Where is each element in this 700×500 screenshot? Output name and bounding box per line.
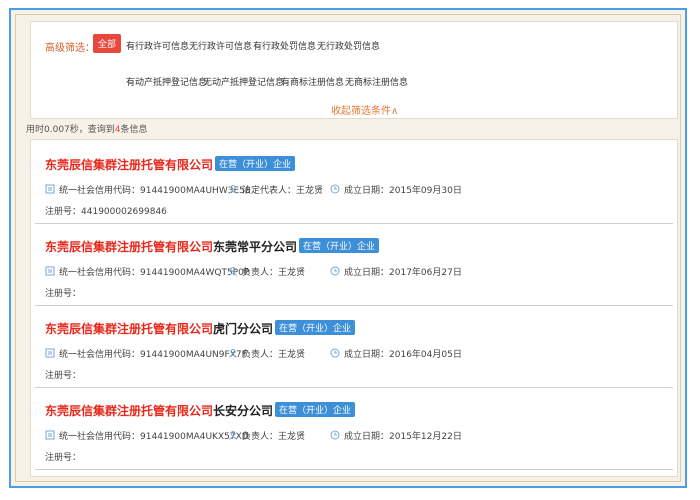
result-card: 东莞辰信集群注册托管有限公司长安分公司 在营（开业）企业 统一社会信用代码：914…	[35, 392, 673, 470]
id-card-icon	[45, 348, 55, 358]
credit-code-label: 统一社会信用代码：	[59, 350, 141, 360]
established-label: 成立日期：	[344, 186, 390, 196]
status-badge: 在营（开业）企业	[215, 156, 296, 171]
result-list: 东莞辰信集群注册托管有限公司 在营（开业）企业 统一社会信用代码：91441900…	[30, 139, 678, 477]
search-stats: 用时0.007秒，查询到4条信息	[26, 122, 148, 135]
established-label: 成立日期：	[344, 432, 390, 442]
clock-icon	[330, 430, 340, 440]
reg-no-field: 注册号：	[45, 450, 81, 463]
person-icon	[229, 349, 237, 358]
established-label: 成立日期：	[344, 268, 390, 278]
id-card-icon	[45, 184, 55, 194]
credit-code-field: 统一社会信用代码：91441900MA4UHW3E58	[45, 183, 251, 196]
established-field: 成立日期：2016年04月05日	[330, 347, 462, 360]
status-badge: 在营（开业）企业	[275, 320, 356, 335]
result-card: 东莞辰信集群注册托管有限公司东莞常平分公司 在营（开业）企业 统一社会信用代码：9…	[35, 228, 673, 306]
company-name-highlight[interactable]: 东莞辰信集群注册托管有限公司	[45, 158, 213, 172]
reg-no-value: 441900002699846	[81, 207, 167, 217]
reg-no-field: 注册号：	[45, 368, 81, 381]
filter-no-chattel-mortgage[interactable]: 无动产抵押登记信息	[203, 75, 284, 88]
person-icon	[229, 185, 237, 194]
person-field: 负责人：王龙贤	[228, 347, 305, 360]
person-label: 负责人：	[242, 268, 279, 278]
established-field: 成立日期：2015年12月22日	[330, 429, 462, 442]
filter-has-admin-license[interactable]: 有行政许可信息	[126, 39, 189, 52]
established-value: 2015年12月22日	[389, 432, 462, 442]
credit-code-field: 统一社会信用代码：91441900MA4WQT5P0P	[45, 265, 249, 278]
company-name-highlight[interactable]: 东莞辰信集群注册托管有限公司	[45, 322, 213, 336]
company-name-highlight[interactable]: 东莞辰信集群注册托管有限公司	[45, 404, 213, 418]
established-value: 2017年06月27日	[389, 268, 462, 278]
company-name[interactable]: 东莞辰信集群注册托管有限公司东莞常平分公司 在营（开业）企业	[45, 238, 380, 255]
person-label: 负责人：	[242, 350, 279, 360]
filter-no-trademark[interactable]: 无商标注册信息	[345, 75, 408, 88]
filter-no-admin-license[interactable]: 无行政许可信息	[189, 39, 252, 52]
credit-code-label: 统一社会信用代码：	[59, 186, 141, 196]
reg-no-label: 注册号：	[45, 371, 82, 381]
id-card-icon	[45, 430, 55, 440]
person-value: 王龙贤	[296, 186, 324, 196]
person-field: 负责人：王龙贤	[228, 265, 305, 278]
company-name-rest[interactable]: 东莞常平分公司	[213, 240, 297, 254]
filter-has-trademark[interactable]: 有商标注册信息	[281, 75, 344, 88]
company-name[interactable]: 东莞辰信集群注册托管有限公司长安分公司 在营（开业）企业	[45, 402, 356, 419]
established-label: 成立日期：	[344, 350, 390, 360]
clock-icon	[330, 266, 340, 276]
id-card-icon	[45, 266, 55, 276]
reg-no-label: 注册号：	[45, 453, 82, 463]
reg-no-label: 注册号：	[45, 207, 82, 217]
person-icon	[229, 431, 237, 440]
person-icon	[229, 267, 237, 276]
person-value: 王龙贤	[278, 268, 306, 278]
reg-no-field: 注册号：	[45, 286, 81, 299]
content-area: 高级筛选： 全部 有行政许可信息 无行政许可信息 有行政处罚信息 无行政处罚信息…	[15, 14, 681, 482]
filter-label: 高级筛选：	[45, 43, 95, 54]
collapse-filters-link[interactable]: 收起筛选条件∧	[331, 102, 398, 117]
filter-has-admin-penalty[interactable]: 有行政处罚信息	[253, 39, 316, 52]
stats-prefix: 用时0.007秒，查询到	[26, 125, 115, 135]
reg-no-field: 注册号：441900002699846	[45, 204, 167, 217]
filter-panel: 高级筛选： 全部 有行政许可信息 无行政许可信息 有行政处罚信息 无行政处罚信息…	[30, 21, 678, 119]
person-label: 法定代表人：	[242, 186, 297, 196]
company-name-highlight[interactable]: 东莞辰信集群注册托管有限公司	[45, 240, 213, 254]
filter-has-chattel-mortgage[interactable]: 有动产抵押登记信息	[126, 75, 207, 88]
person-value: 王龙贤	[278, 432, 306, 442]
reg-no-label: 注册号：	[45, 289, 82, 299]
company-name-rest[interactable]: 虎门分公司	[213, 322, 273, 336]
established-value: 2015年09月30日	[389, 186, 462, 196]
credit-code-field: 统一社会信用代码：91441900MA4UN9FX7F	[45, 347, 247, 360]
company-name-rest[interactable]: 长安分公司	[213, 404, 273, 418]
clock-icon	[330, 348, 340, 358]
person-field: 负责人：王龙贤	[228, 429, 305, 442]
company-name[interactable]: 东莞辰信集群注册托管有限公司虎门分公司 在营（开业）企业	[45, 320, 356, 337]
stats-suffix: 条信息	[120, 125, 148, 135]
clock-icon	[330, 184, 340, 194]
window-frame: 高级筛选： 全部 有行政许可信息 无行政许可信息 有行政处罚信息 无行政处罚信息…	[9, 8, 687, 488]
status-badge: 在营（开业）企业	[299, 238, 380, 253]
person-field: 法定代表人：王龙贤	[228, 183, 323, 196]
established-field: 成立日期：2015年09月30日	[330, 183, 462, 196]
credit-code-label: 统一社会信用代码：	[59, 268, 141, 278]
person-value: 王龙贤	[278, 350, 306, 360]
company-name[interactable]: 东莞辰信集群注册托管有限公司 在营（开业）企业	[45, 156, 296, 173]
result-card: 东莞辰信集群注册托管有限公司虎门分公司 在营（开业）企业 统一社会信用代码：914…	[35, 310, 673, 388]
filter-no-admin-penalty[interactable]: 无行政处罚信息	[317, 39, 380, 52]
person-label: 负责人：	[242, 432, 279, 442]
status-badge: 在营（开业）企业	[275, 402, 356, 417]
result-card: 东莞辰信集群注册托管有限公司 在营（开业）企业 统一社会信用代码：91441900…	[35, 146, 673, 224]
credit-code-field: 统一社会信用代码：91441900MA4UKX57XD	[45, 429, 249, 442]
established-field: 成立日期：2017年06月27日	[330, 265, 462, 278]
filter-all-button[interactable]: 全部	[93, 34, 122, 53]
established-value: 2016年04月05日	[389, 350, 462, 360]
credit-code-label: 统一社会信用代码：	[59, 432, 141, 442]
